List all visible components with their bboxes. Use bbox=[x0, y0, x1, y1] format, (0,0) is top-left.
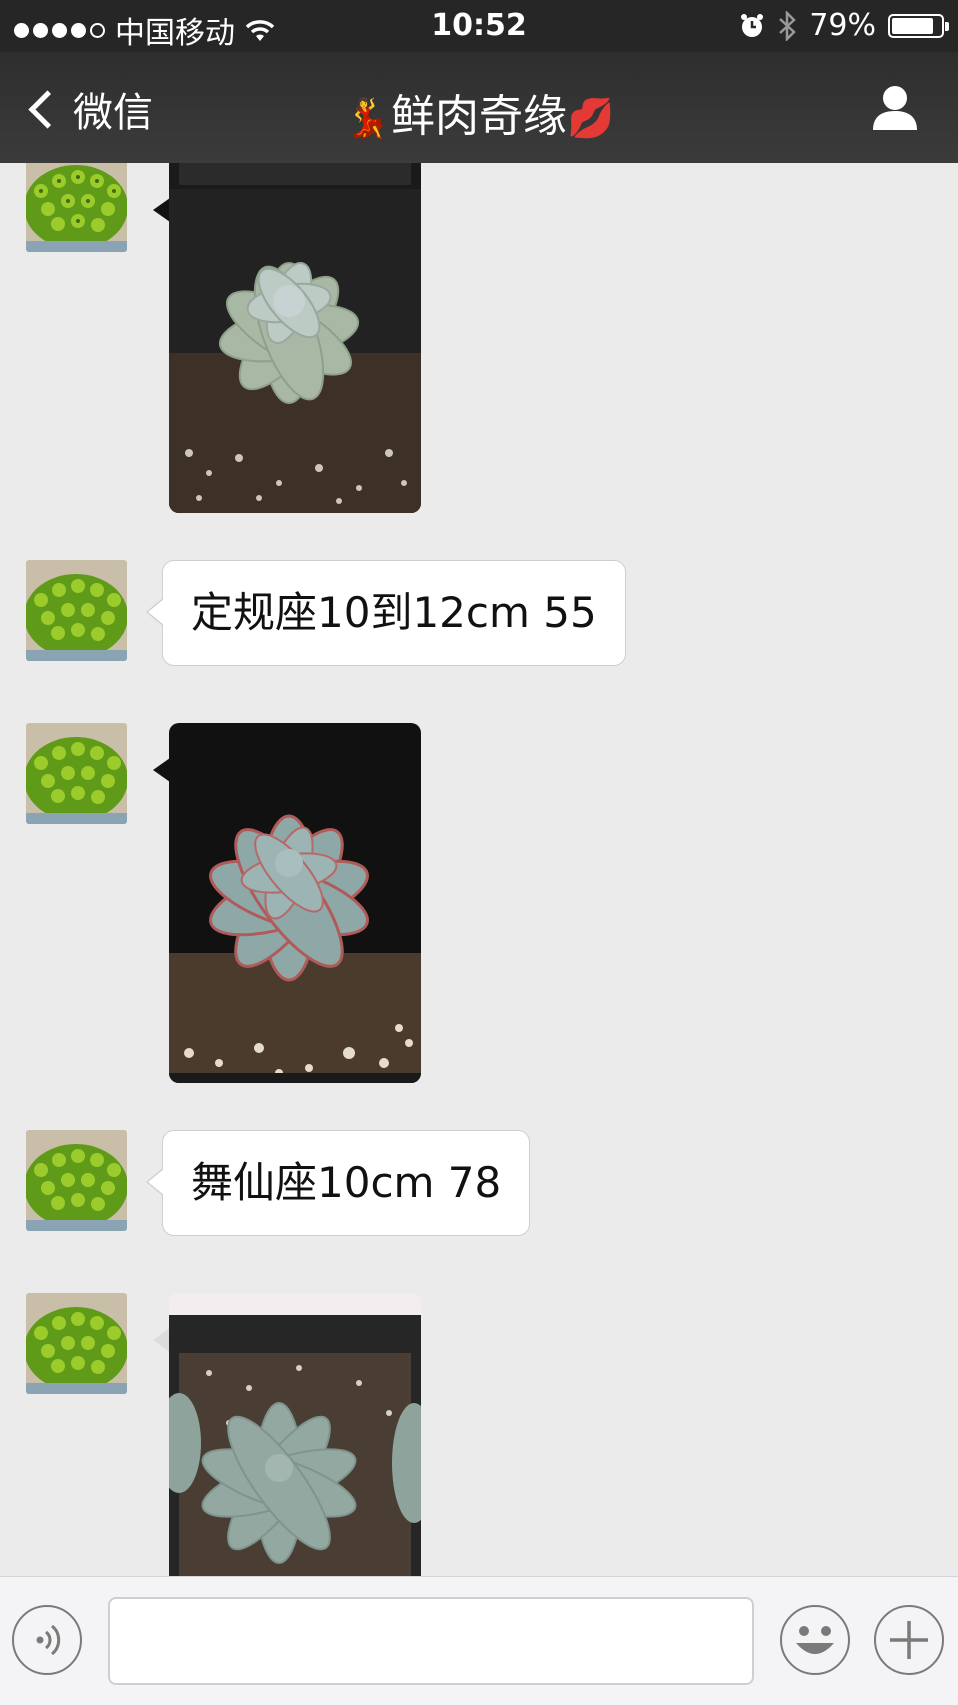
image-message[interactable] bbox=[169, 163, 421, 513]
message-row bbox=[0, 1293, 958, 1576]
image-message[interactable] bbox=[169, 723, 421, 1083]
status-right: 79% bbox=[739, 8, 949, 43]
avatar[interactable] bbox=[26, 163, 127, 252]
image-message[interactable] bbox=[169, 1293, 421, 1576]
message-row bbox=[0, 163, 958, 513]
more-button[interactable] bbox=[874, 1605, 944, 1675]
battery-icon bbox=[888, 13, 949, 38]
text-message-bubble[interactable]: 舞仙座10cm 78 bbox=[146, 1130, 531, 1236]
emoji-button[interactable] bbox=[780, 1605, 850, 1675]
bubble-tail bbox=[153, 758, 170, 782]
avatar-image bbox=[26, 723, 127, 824]
alarm-icon bbox=[741, 13, 764, 37]
bubble-tail bbox=[153, 1328, 170, 1352]
avatar-image bbox=[26, 1293, 127, 1394]
battery-percent: 79% bbox=[809, 8, 876, 43]
kiss-emoji: 💋 bbox=[567, 96, 615, 140]
message-text: 定规座10到12cm 55 bbox=[191, 588, 597, 637]
avatar[interactable] bbox=[26, 1293, 127, 1394]
avatar-image bbox=[26, 560, 127, 661]
input-bar bbox=[0, 1576, 958, 1705]
succulent-photo bbox=[169, 163, 421, 513]
succulent-photo bbox=[169, 1293, 421, 1576]
avatar[interactable] bbox=[26, 1130, 127, 1231]
avatar[interactable] bbox=[26, 560, 127, 661]
status-bar: 中国移动 10:52 79% bbox=[0, 0, 958, 52]
chat-title-text: 鲜肉奇缘 bbox=[391, 91, 567, 142]
avatar-image bbox=[26, 163, 127, 252]
succulent-photo bbox=[169, 723, 421, 1083]
message-row bbox=[0, 723, 958, 1083]
chat-title: 💃鲜肉奇缘💋 bbox=[0, 80, 958, 144]
dancer-emoji: 💃 bbox=[343, 96, 391, 140]
chat-header: 微信 💃鲜肉奇缘💋 bbox=[0, 52, 958, 163]
person-icon[interactable] bbox=[870, 82, 920, 132]
bubble-tail bbox=[153, 198, 170, 222]
avatar[interactable] bbox=[26, 723, 127, 824]
chat-area[interactable]: 定规座10到12cm 55 舞仙座10cm 78 bbox=[0, 163, 958, 1576]
message-row: 舞仙座10cm 78 bbox=[0, 1130, 958, 1240]
voice-icon bbox=[36, 1624, 61, 1656]
plus-icon bbox=[890, 1621, 928, 1659]
voice-button[interactable] bbox=[12, 1605, 82, 1675]
message-row: 定规座10到12cm 55 bbox=[0, 560, 958, 670]
message-input[interactable] bbox=[108, 1597, 754, 1685]
text-message-bubble[interactable]: 定规座10到12cm 55 bbox=[146, 560, 626, 666]
avatar-image bbox=[26, 1130, 127, 1231]
message-text: 舞仙座10cm 78 bbox=[191, 1158, 502, 1207]
emoji-icon bbox=[796, 1626, 834, 1654]
bluetooth-icon bbox=[779, 10, 797, 41]
